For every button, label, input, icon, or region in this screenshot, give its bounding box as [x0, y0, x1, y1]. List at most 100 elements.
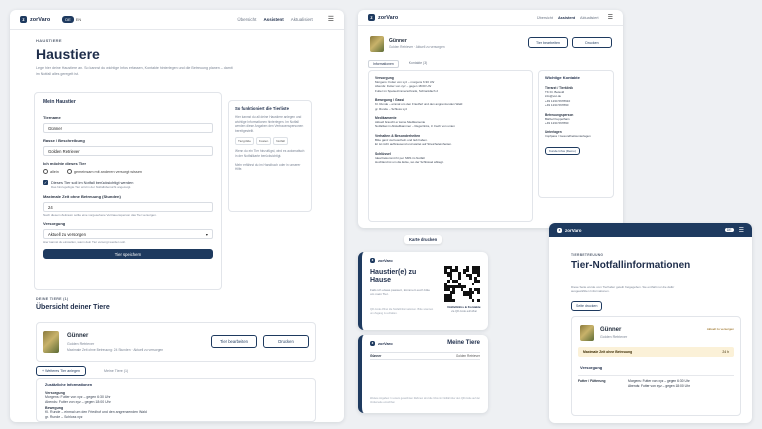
save-pet-button[interactable]: Tier speichern — [43, 249, 213, 259]
howto-text-3: Mehr erfährst du im Handbuch oder in uns… — [235, 162, 301, 172]
hamburger-menu-icon[interactable]: ☰ — [328, 16, 334, 23]
mobile-emergency-panel: z zorVaro DE ☰ TIERBETREUUNG Tier-Notfall… — [549, 223, 752, 423]
pet-detail-panel: z zorVaro Übersicht Assistent Aktualisier… — [358, 10, 623, 228]
max-time-row: Maximale Zeit ohne Betreuung 24 h — [578, 347, 734, 357]
mobile-lang[interactable]: DE — [724, 228, 734, 232]
nav-links: Übersicht Assistent Aktualisiert ☰ — [237, 16, 334, 23]
care-select[interactable]: Aktuell zu versorgen ▾ — [43, 229, 213, 239]
mobile-brand-name: zorVaro — [565, 227, 582, 233]
care-label: Versorgung — [43, 221, 66, 226]
lang-en[interactable]: EN — [76, 17, 82, 22]
nav-link-assistant[interactable]: Assistent — [263, 17, 283, 22]
my-animals-tab[interactable]: Meine Tiere (1) — [104, 369, 128, 373]
detail-pet-name: Günner — [389, 38, 407, 44]
docs-button[interactable]: Kunde Infos (Demo) — [545, 146, 580, 155]
info-section-line: Notfallset in Abstellkammer – Regal link… — [375, 124, 455, 129]
howto-card: So funktioniert die Tierliste Hier kanns… — [228, 100, 312, 212]
care-select-value: Aktuell zu versorgen — [48, 232, 86, 237]
howto-title: So funktioniert die Tierliste — [235, 106, 289, 111]
list-card-title: Meine Tiere — [447, 340, 480, 346]
info-section-line: Futter im Speisezimmerschrank, Schrankfa… — [375, 88, 439, 93]
wallet-text: Falls ich etwas passiert, kümmert euch b… — [370, 288, 431, 297]
pet-name: Günner — [67, 333, 89, 339]
mobile-care-heading: Versorgung — [580, 365, 603, 370]
mobile-pet-card: Günner Golden Retriever Aktuell zu verso… — [571, 316, 741, 416]
radio-together[interactable]: gemeinsam mit anderen versorgt wissen — [66, 169, 143, 174]
time-hint: Nach diesem Zeitraum sollte eine vorgese… — [43, 213, 157, 217]
emergency-checkbox[interactable]: ✓ — [43, 180, 48, 185]
print-card-label[interactable]: Karte drucken — [404, 235, 443, 244]
extra-info-card: Zusätzliche Informationen Versorgung Mor… — [36, 378, 316, 422]
hamburger-menu-icon[interactable]: ☰ — [608, 15, 613, 21]
mobile-title: Tier-Notfallinformationen — [571, 260, 691, 271]
tab-contacts[interactable]: Kontakte (3) — [405, 60, 431, 68]
max-time-label: Maximale Zeit ohne Betreuung — [583, 350, 633, 354]
howto-text: Hier kannst du all deine Haustiere anleg… — [235, 115, 304, 133]
pet-photo — [370, 36, 384, 52]
mobile-brand[interactable]: z zorVaro — [557, 227, 582, 233]
qr-caption: Notfallinfos & Kontakte — [447, 305, 481, 309]
form-title: Mein Haustier — [43, 99, 76, 105]
mobile-intro: Diese Seite wurde vom Tierhalter geteilt… — [571, 285, 675, 294]
brand-logo[interactable]: z zorVaro — [368, 14, 398, 21]
vet-line: +49 1234 567890 — [545, 103, 569, 108]
mobile-header: z zorVaro DE ☰ — [549, 223, 752, 237]
add-pet-button[interactable]: + Weiteres Tier anlegen — [36, 366, 86, 376]
brand-name: zorVaro — [378, 14, 399, 21]
max-time-value: 24 h — [722, 350, 729, 354]
hamburger-menu-icon[interactable]: ☰ — [739, 227, 744, 234]
feeding-label: Futter / Fütterung — [578, 379, 606, 383]
feeding-line: Abends: Futter von xyz – gegen 18:00 Uhr — [628, 384, 690, 388]
page-title: Haustiere — [36, 46, 100, 62]
language-switch[interactable]: DE EN — [62, 16, 81, 23]
edit-pet-button[interactable]: Tier bearbeiten — [211, 335, 257, 348]
wallet-brand: z zorVaro — [370, 258, 393, 263]
logo-icon: z — [370, 341, 375, 346]
contacts-card: Wichtige Kontakte Tierarzt / Tierklinik … — [538, 70, 614, 198]
radio-together-label: gemeinsam mit anderen versorgt wissen — [73, 169, 143, 174]
pet-breed: Golden Retriever — [67, 342, 95, 346]
howto-chip[interactable]: Kosten — [255, 137, 272, 146]
breed-input[interactable]: Golden Retriever — [43, 146, 213, 156]
nav-link-assistant[interactable]: Assistent — [558, 16, 575, 20]
extra-care-line: Abends: Futter von xyz – gegen 18:00 Uhr — [45, 399, 111, 404]
howto-chip[interactable]: Tiergröße — [235, 137, 254, 146]
qr-code-icon — [444, 266, 480, 302]
mobile-pet-name: Günner — [600, 327, 622, 333]
nav-link-updated[interactable]: Aktualisiert — [580, 16, 599, 20]
mobile-pet-badge: Aktuell zu versorgen — [706, 327, 734, 331]
wallet-title: Haustier(e) zu Hause — [370, 269, 417, 284]
lang-de[interactable]: DE — [62, 16, 74, 23]
info-section-line: Hochland ist um die Ecke, wo der Schlüss… — [375, 160, 444, 165]
print-pet-button[interactable]: Drucken — [263, 335, 309, 348]
print-page-button[interactable]: Seite drucken — [571, 301, 603, 311]
info-card: Versorgung Morgens: Futter von xyz – morg… — [368, 70, 533, 222]
docs-sub: Impfpass / Gesundheitsunterlagen — [545, 134, 591, 139]
print-button[interactable]: Drucken — [572, 37, 612, 48]
nav-link-overview[interactable]: Übersicht — [537, 16, 553, 20]
radio-alone-label: allein — [50, 169, 59, 174]
extra-info-title: Zusätzliche Informationen — [45, 383, 93, 387]
time-label: Maximale Zeit ohne Betreuung (Stunden) — [43, 194, 121, 199]
name-input[interactable]: Günner — [43, 123, 213, 133]
contacts-title: Wichtige Kontakte — [545, 75, 580, 80]
brand-name: zorVaro — [30, 16, 51, 23]
logo-icon: z — [368, 14, 375, 21]
my-animals-card: z zorVaro Meine Tiere Günner Golden Retri… — [358, 335, 488, 413]
logo-icon: z — [557, 227, 562, 233]
howto-chip[interactable]: Notfall — [273, 137, 288, 146]
brand-logo[interactable]: z zorVaro — [20, 16, 50, 23]
mobile-kicker: TIERBETREUUNG — [571, 253, 604, 257]
nav-link-overview[interactable]: Übersicht — [237, 17, 256, 22]
page-kicker: HAUSTIERE — [36, 38, 62, 43]
pet-form-card: Mein Haustier Tiername Günner Rasse / Be… — [34, 92, 222, 290]
radio-alone[interactable]: allein — [43, 169, 59, 174]
logo-icon: z — [20, 16, 27, 23]
edit-pet-button[interactable]: Tier bearbeiten — [528, 37, 568, 48]
wallet-card: z zorVaro Haustier(e) zu Hause Falls ich … — [358, 252, 488, 330]
time-input[interactable]: 24 — [43, 202, 213, 212]
tab-information[interactable]: Informationen — [368, 60, 399, 68]
qr-sub: via QR-Code aufrufbar — [450, 310, 478, 313]
nav-link-updated[interactable]: Aktualisiert — [291, 17, 313, 22]
list-title: Übersicht deiner Tiere — [36, 304, 110, 311]
